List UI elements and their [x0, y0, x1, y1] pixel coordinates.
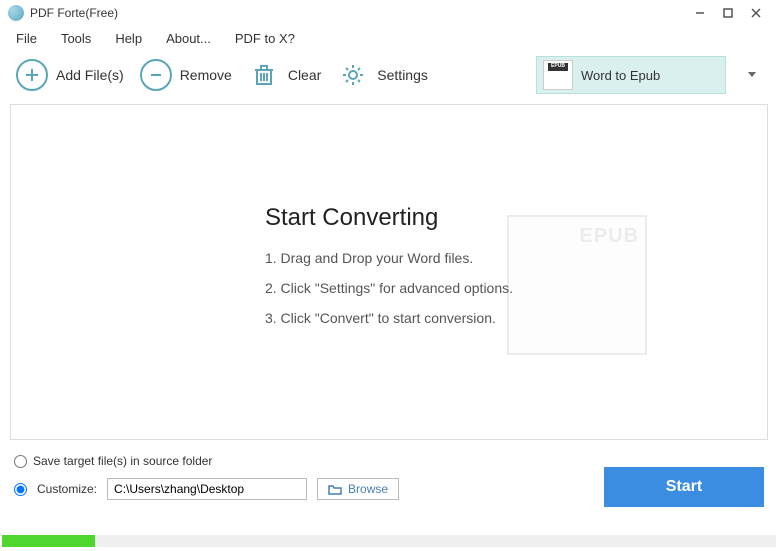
main-panel[interactable]: EPUB Start Converting 1. Drag and Drop y…	[10, 104, 768, 440]
trash-icon	[248, 59, 280, 91]
epub-icon	[543, 60, 573, 90]
title-bar: PDF Forte(Free)	[0, 0, 778, 26]
folder-icon	[328, 484, 342, 495]
progress-bar	[2, 535, 776, 547]
output-path-input[interactable]	[107, 478, 307, 500]
settings-button[interactable]: Settings	[333, 55, 432, 95]
source-folder-label[interactable]: Save target file(s) in source folder	[33, 454, 212, 468]
clear-label: Clear	[288, 67, 321, 83]
plus-icon	[16, 59, 48, 91]
gear-icon	[337, 59, 369, 91]
browse-label: Browse	[348, 482, 388, 496]
clear-button[interactable]: Clear	[244, 55, 325, 95]
remove-label: Remove	[180, 67, 232, 83]
instruction-step-3: 3. Click "Convert" to start conversion.	[265, 310, 513, 326]
remove-button[interactable]: Remove	[136, 55, 236, 95]
menu-bar: File Tools Help About... PDF to X?	[0, 26, 778, 50]
start-button[interactable]: Start	[604, 467, 764, 507]
progress-fill	[2, 535, 95, 547]
add-files-label: Add File(s)	[56, 67, 124, 83]
customize-label[interactable]: Customize:	[37, 482, 97, 496]
format-label: Word to Epub	[581, 68, 660, 83]
app-icon	[8, 5, 24, 21]
settings-label: Settings	[377, 67, 428, 83]
menu-pdf-to-x[interactable]: PDF to X?	[235, 31, 295, 46]
source-folder-radio[interactable]	[14, 455, 27, 468]
instruction-step-2: 2. Click "Settings" for advanced options…	[265, 280, 513, 296]
toolbar: Add File(s) Remove Clear Settings Word t…	[0, 50, 778, 100]
format-selector[interactable]: Word to Epub	[536, 56, 726, 94]
add-files-button[interactable]: Add File(s)	[12, 55, 128, 95]
instructions-heading: Start Converting	[265, 204, 513, 232]
epub-watermark: EPUB	[507, 215, 647, 355]
menu-tools[interactable]: Tools	[61, 31, 91, 46]
browse-button[interactable]: Browse	[317, 478, 399, 500]
instructions: Start Converting 1. Drag and Drop your W…	[265, 204, 513, 340]
instruction-step-1: 1. Drag and Drop your Word files.	[265, 250, 513, 266]
close-button[interactable]	[742, 3, 770, 23]
minimize-button[interactable]	[686, 3, 714, 23]
menu-file[interactable]: File	[16, 31, 37, 46]
format-dropdown-arrow[interactable]	[738, 56, 766, 94]
window-title: PDF Forte(Free)	[30, 6, 118, 20]
maximize-button[interactable]	[714, 3, 742, 23]
menu-about[interactable]: About...	[166, 31, 211, 46]
minus-icon	[140, 59, 172, 91]
customize-radio[interactable]	[14, 483, 27, 496]
menu-help[interactable]: Help	[115, 31, 142, 46]
